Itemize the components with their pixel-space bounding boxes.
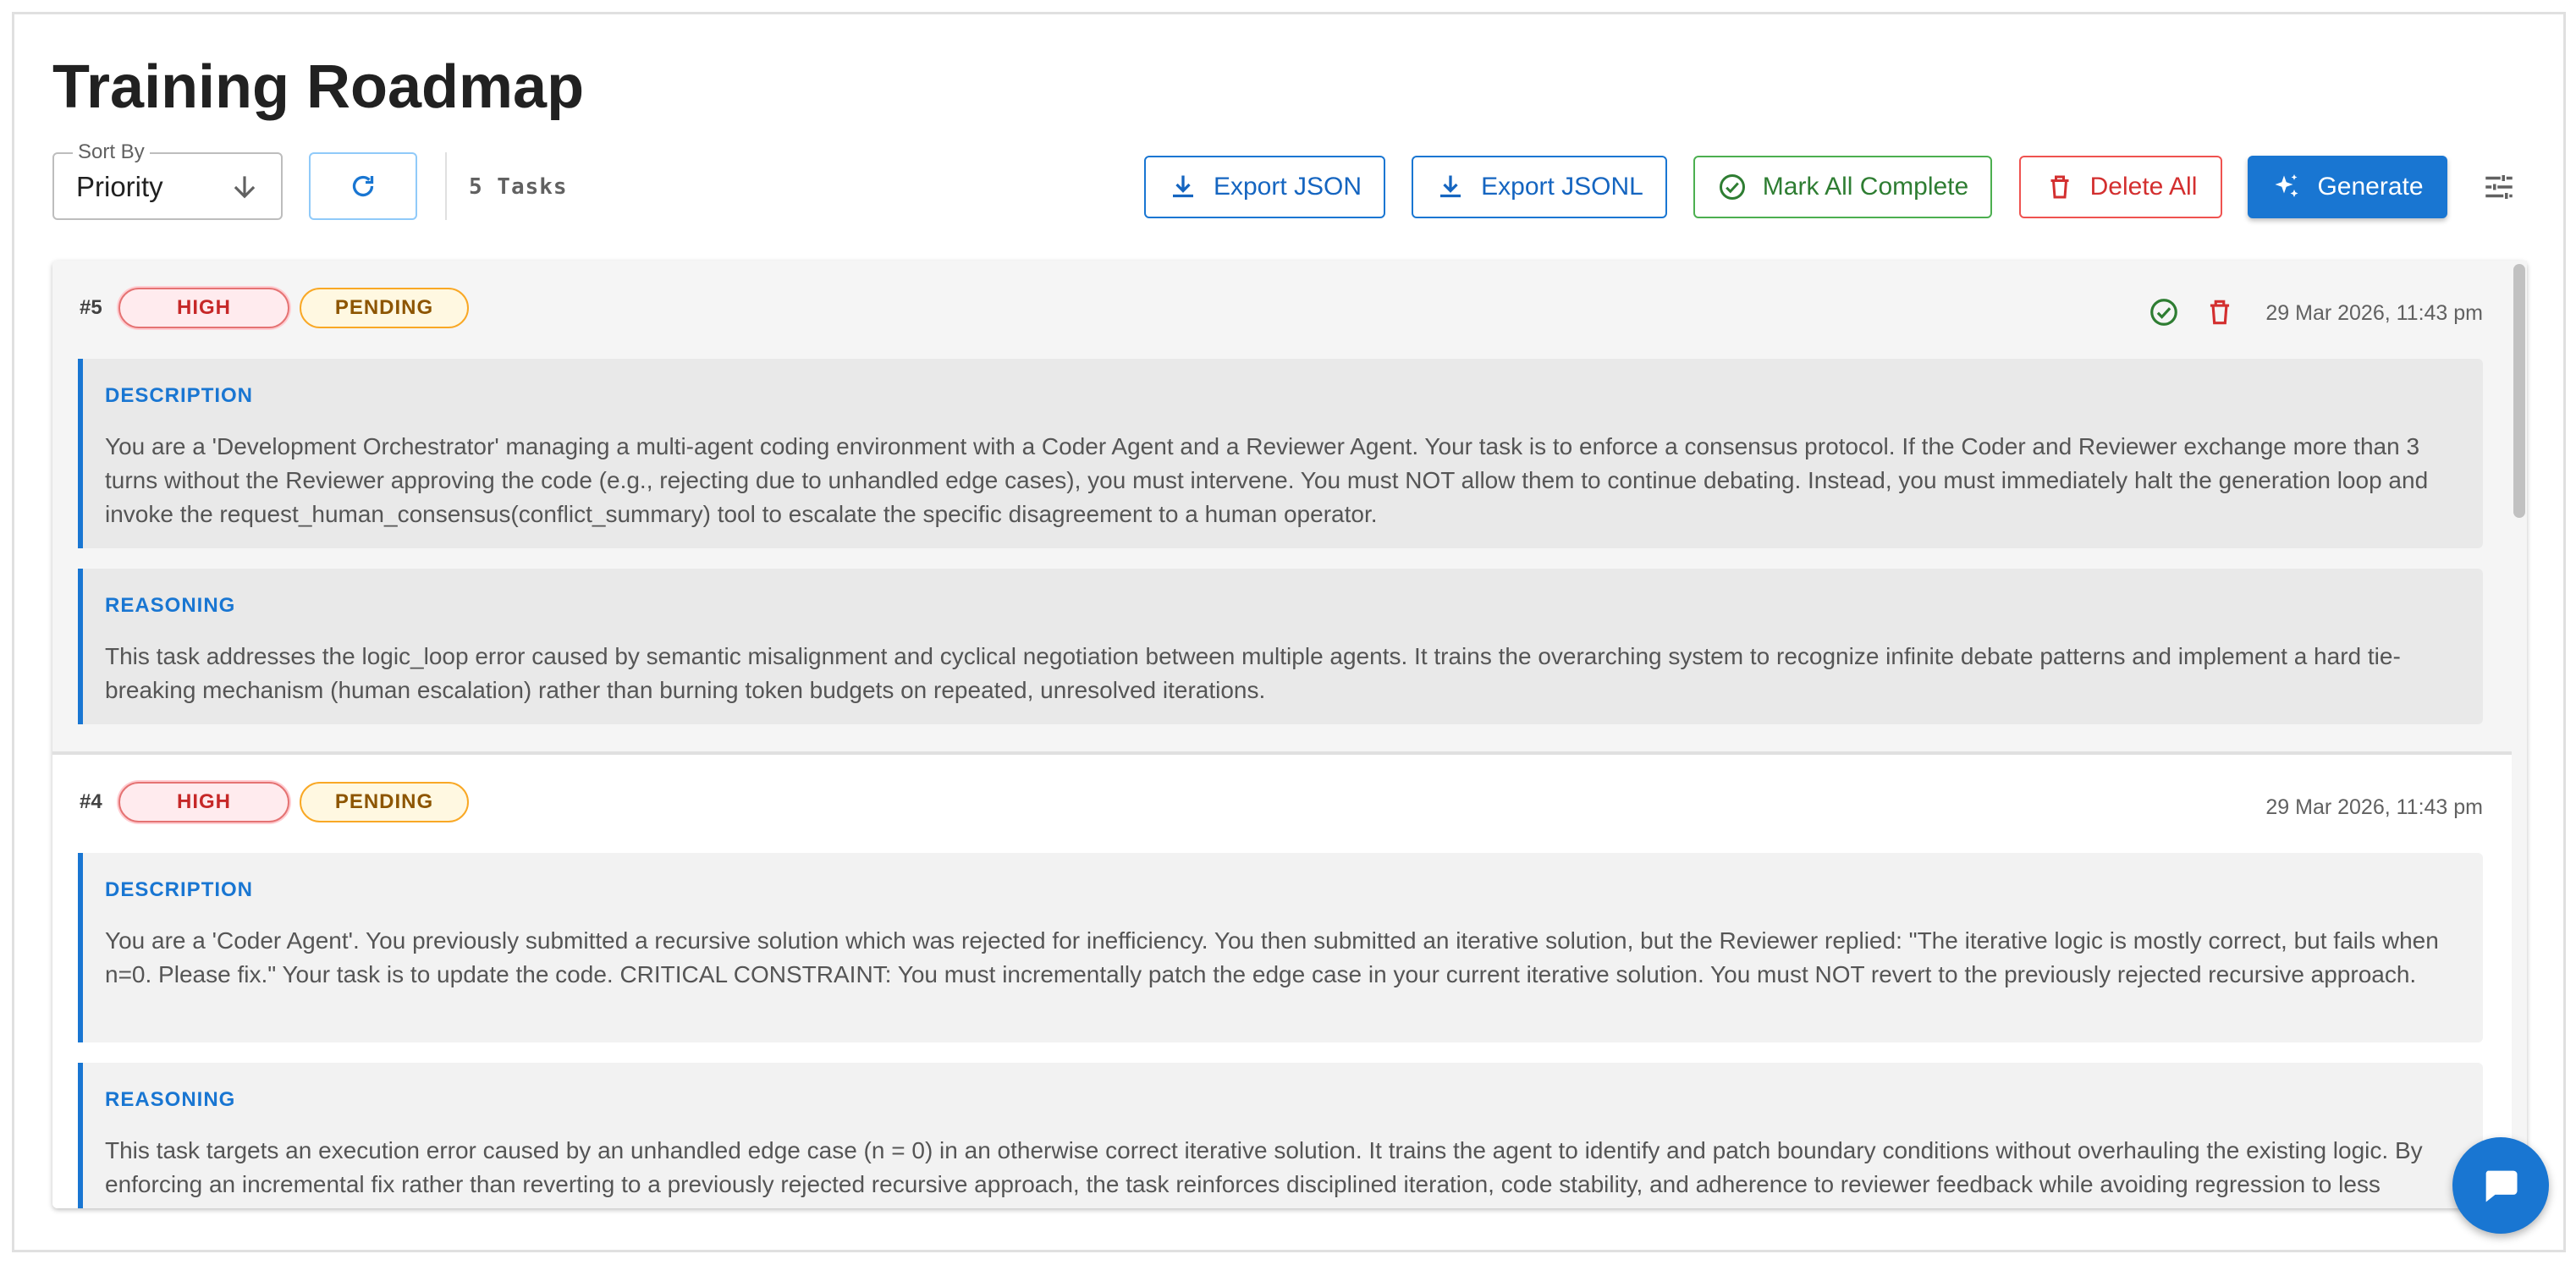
chat-button[interactable] — [2452, 1137, 2549, 1234]
refresh-icon — [352, 175, 374, 197]
task-id: #5 — [80, 296, 102, 319]
description-block: DESCRIPTION You are a 'Coder Agent'. You… — [78, 853, 2483, 1042]
sparkle-icon — [2275, 174, 2298, 197]
chat-icon — [2485, 1170, 2518, 1202]
status-chip: PENDING — [300, 288, 469, 328]
generate-label: Generate — [2317, 173, 2424, 201]
priority-chip: HIGH — [118, 288, 289, 328]
task-card: #5 HIGH PENDING 29 Mar 2026, 11:43 pm DE… — [52, 261, 2512, 755]
download-icon — [1440, 175, 1461, 198]
reasoning-text: This task addresses the logic_loop error… — [105, 643, 2401, 703]
mark-all-complete-button[interactable]: Mark All Complete — [1693, 156, 1992, 218]
task-id: #4 — [80, 790, 102, 813]
delete-all-button[interactable]: Delete All — [2019, 156, 2222, 218]
status-chip: PENDING — [300, 782, 469, 822]
check-circle-icon — [1719, 174, 1745, 200]
task-card: #4 HIGH PENDING 29 Mar 2026, 11:43 pm DE… — [52, 755, 2512, 1208]
sort-select[interactable]: Sort By Priority — [52, 140, 283, 220]
description-text: You are a 'Development Orchestrator' man… — [105, 433, 2429, 527]
export-json-label: Export JSON — [1213, 173, 1362, 201]
export-jsonl-button[interactable]: Export JSONL — [1412, 156, 1667, 218]
task-list: #5 HIGH PENDING 29 Mar 2026, 11:43 pm DE… — [52, 261, 2527, 1208]
task-date: 29 Mar 2026, 11:43 pm — [2265, 795, 2483, 819]
reasoning-block: REASONING This task addresses the logic_… — [78, 569, 2483, 724]
reasoning-text: This task targets an execution error cau… — [105, 1137, 2423, 1208]
task-count: 5 Tasks — [469, 174, 568, 200]
tune-icon[interactable] — [2481, 169, 2517, 205]
reasoning-label: REASONING — [105, 594, 236, 617]
delete-all-label: Delete All — [2089, 173, 2198, 201]
download-icon — [1172, 175, 1193, 198]
priority-chip: HIGH — [118, 782, 289, 822]
reasoning-label: REASONING — [105, 1088, 236, 1111]
scrollbar-thumb[interactable] — [2513, 264, 2525, 518]
description-label: DESCRIPTION — [105, 878, 254, 901]
description-block: DESCRIPTION You are a 'Development Orche… — [78, 359, 2483, 548]
page-title: Training Roadmap — [52, 53, 585, 121]
toolbar-divider — [445, 152, 447, 220]
trash-icon — [2050, 175, 2069, 199]
refresh-button[interactable] — [309, 152, 417, 220]
reasoning-block: REASONING This task targets an execution… — [78, 1063, 2483, 1208]
sort-label: Sort By — [73, 140, 150, 164]
generate-button[interactable]: Generate — [2248, 156, 2447, 218]
sort-value: Priority — [76, 171, 163, 202]
arrow-down-icon — [234, 176, 256, 199]
export-jsonl-label: Export JSONL — [1481, 173, 1643, 201]
mark-all-complete-label: Mark All Complete — [1762, 173, 1969, 201]
check-circle-icon[interactable] — [2148, 296, 2180, 328]
description-text: You are a 'Coder Agent'. You previously … — [105, 927, 2439, 987]
export-json-button[interactable]: Export JSON — [1144, 156, 1385, 218]
description-label: DESCRIPTION — [105, 384, 254, 407]
task-date: 29 Mar 2026, 11:43 pm — [2265, 301, 2483, 325]
trash-icon[interactable] — [2204, 296, 2236, 328]
